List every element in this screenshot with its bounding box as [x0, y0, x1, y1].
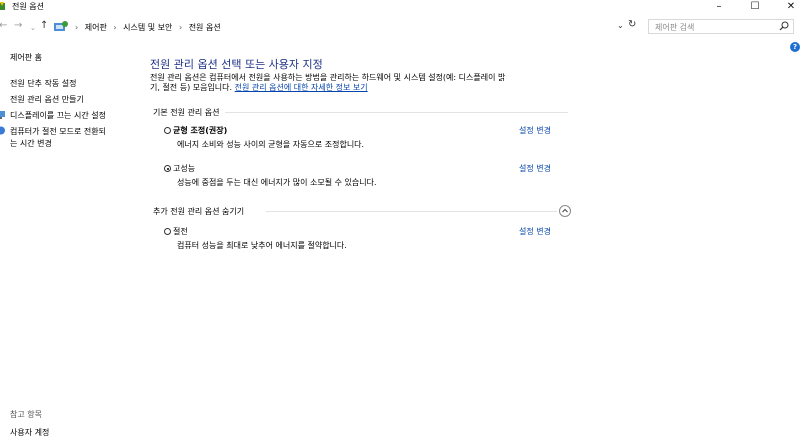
radio-button-checked[interactable]: [164, 165, 171, 172]
sidebar-item-display-off[interactable]: 디스플레이를 끄는 시간 설정: [10, 110, 106, 121]
plan-power-saver-change-link[interactable]: 설정 변경: [519, 226, 551, 237]
page-title: 전원 관리 옵션 선택 또는 사용자 지정: [150, 58, 323, 71]
address-dropdown-button[interactable]: ⌄: [617, 21, 624, 30]
description: 전원 관리 옵션은 컴퓨터에서 전원을 사용하는 방법을 관리하는 하드웨어 및…: [150, 73, 570, 93]
plan-balanced-change-link[interactable]: 설정 변경: [519, 125, 551, 136]
chevron-up-icon: [562, 208, 568, 213]
display-shield-icon: [0, 111, 5, 119]
maximize-button[interactable]: ☐: [742, 0, 768, 15]
radio-button-unchecked[interactable]: [164, 228, 171, 235]
search-icon: [779, 21, 789, 31]
basic-plans-heading: 기본 전원 관리 옵션: [153, 108, 220, 117]
description-line-2-text: 기, 절전 등) 모음입니다.: [150, 83, 235, 92]
sidebar-control-panel-home[interactable]: 제어판 홈: [10, 52, 42, 63]
plan-power-saver-name: 절전: [173, 227, 188, 236]
minimize-button[interactable]: –: [706, 0, 732, 15]
plan-balanced-radio[interactable]: 균형 조정(권장): [164, 125, 227, 136]
breadcrumb-power-options[interactable]: 전원 옵션: [189, 23, 221, 32]
plan-power-saver-desc: 컴퓨터 성능을 최대로 낮추어 에너지를 절약합니다.: [177, 241, 347, 250]
learn-more-link[interactable]: 전원 관리 옵션에 대한 자세한 정보 보기: [235, 83, 368, 92]
breadcrumb: › 제어판 › 시스템 및 보안 › 전원 옵션: [71, 22, 221, 33]
sidebar-item-sleep-time[interactable]: 컴퓨터가 절전 모드로 전환되: [10, 126, 106, 137]
title-bar: 전원 옵션 – ☐ ✕: [0, 0, 800, 16]
recent-locations-button[interactable]: ⌄: [30, 22, 36, 34]
see-also-heading: 참고 항목: [10, 410, 42, 419]
plan-high-performance-radio[interactable]: 고성능: [164, 163, 195, 174]
plan-power-saver-radio[interactable]: 절전: [164, 226, 188, 237]
help-icon[interactable]: ?: [790, 42, 800, 52]
power-options-app-icon: [0, 2, 5, 10]
sidebar-item-power-button[interactable]: 전원 단추 작동 설정: [10, 78, 77, 89]
up-button[interactable]: ↑: [40, 20, 48, 32]
description-line-2: 기, 절전 등) 모음입니다. 전원 관리 옵션에 대한 자세한 정보 보기: [150, 83, 570, 93]
extra-plans-divider: [266, 211, 557, 212]
description-line-1: 전원 관리 옵션은 컴퓨터에서 전원을 사용하는 방법을 관리하는 하드웨어 및…: [150, 73, 506, 82]
refresh-button[interactable]: ↻: [628, 19, 636, 30]
forward-button[interactable]: →: [14, 20, 22, 32]
sidebar-item-sleep-time-line2[interactable]: 는 시간 변경: [10, 138, 52, 149]
back-button[interactable]: ←: [0, 20, 7, 32]
sidebar: 제어판 홈 전원 단추 작동 설정 전원 관리 옵션 만들기 디스플레이를 끄는…: [0, 38, 140, 445]
sleep-shield-icon: [0, 126, 5, 135]
breadcrumb-control-panel[interactable]: 제어판: [85, 23, 107, 32]
window-title: 전원 옵션: [12, 2, 44, 11]
sidebar-item-create-plan[interactable]: 전원 관리 옵션 만들기: [10, 94, 84, 105]
plan-high-performance-desc: 성능에 중점을 두는 대신 에너지가 많이 소모될 수 있습니다.: [177, 178, 377, 187]
radio-button-unchecked[interactable]: [164, 127, 171, 134]
close-button[interactable]: ✕: [778, 0, 800, 15]
breadcrumb-separator: ›: [178, 23, 183, 32]
breadcrumb-separator: ›: [75, 23, 79, 32]
collapse-button[interactable]: [559, 205, 571, 217]
extra-plans-heading[interactable]: 추가 전원 관리 옵션 숨기기: [153, 206, 244, 217]
plan-high-performance-change-link[interactable]: 설정 변경: [519, 163, 551, 174]
breadcrumb-system-security[interactable]: 시스템 및 보안: [123, 23, 172, 32]
navigation-bar: ← → ⌄ ↑ › 제어판 › 시스템 및 보안 › 전원 옵션 ⌄ ↻ 제어판…: [0, 16, 800, 38]
plan-balanced-desc: 에너지 소비와 성능 사이의 균형을 자동으로 조정합니다.: [177, 140, 365, 149]
plan-balanced-name: 균형 조정(권장): [173, 126, 228, 135]
control-panel-icon: [54, 21, 68, 31]
search-input[interactable]: 제어판 검색: [648, 19, 794, 34]
breadcrumb-separator: ›: [113, 23, 117, 32]
basic-plans-divider: [225, 112, 568, 113]
search-placeholder: 제어판 검색: [655, 23, 695, 32]
user-accounts-link[interactable]: 사용자 계정: [10, 427, 49, 438]
plan-high-performance-name: 고성능: [173, 164, 196, 173]
